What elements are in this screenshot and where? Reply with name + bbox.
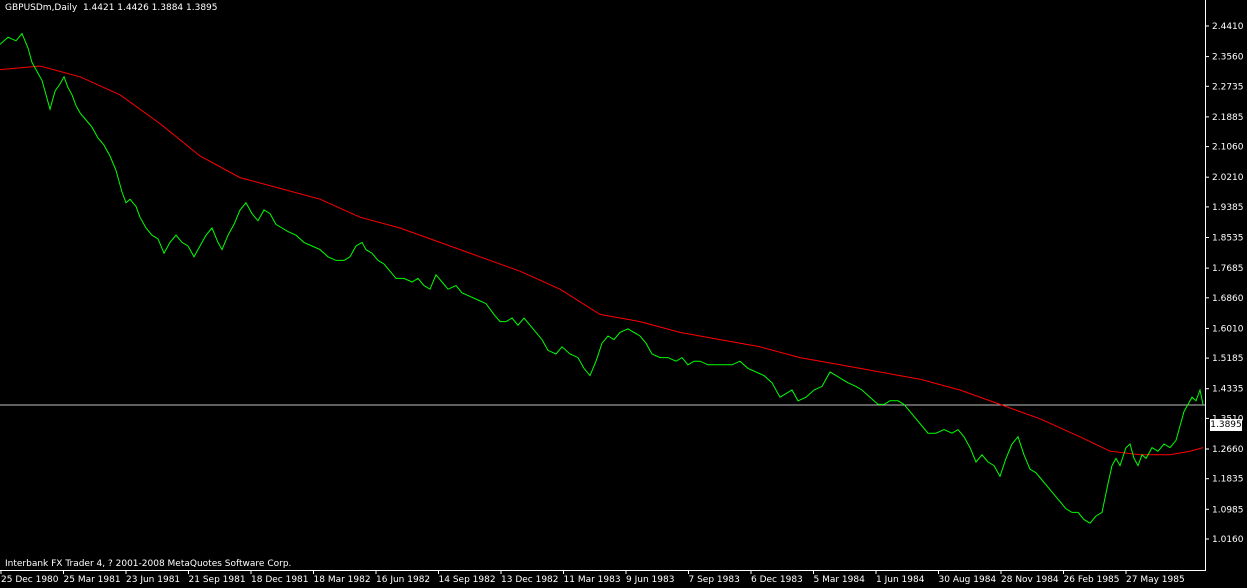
x-tick-label: 27 May 1985 — [1126, 575, 1185, 585]
x-tick-label: 16 Jun 1982 — [376, 575, 430, 585]
x-tick-label: 1 Jun 1984 — [876, 575, 925, 585]
x-tick-label: 21 Sep 1981 — [189, 575, 246, 585]
y-tick-label: 2.3560 — [1212, 53, 1244, 63]
x-tick-label: 25 Dec 1980 — [1, 575, 59, 585]
x-tick-label: 25 Mar 1981 — [64, 575, 121, 585]
x-tick-label: 23 Jun 1981 — [126, 575, 180, 585]
price-chart[interactable]: 2.4410 2.3560 2.2735 2.1885 2.1060 2.0210 1.93… — [0, 0, 1247, 588]
current-price-label: 1.3895 — [1210, 419, 1242, 431]
plot-background — [0, 0, 1247, 588]
ohlc-values: 1.4421 1.4426 1.3884 1.3895 — [82, 3, 218, 13]
y-tick-label: 1.5185 — [1212, 354, 1244, 364]
x-tick-label: 7 Sep 1983 — [689, 575, 740, 585]
x-tick-label: 18 Mar 1982 — [314, 575, 371, 585]
y-tick-label: 2.4410 — [1212, 22, 1244, 32]
copyright-footer: Interbank FX Trader 4, ? 2001-2008 MetaQ… — [5, 559, 292, 569]
x-tick-label: 30 Aug 1984 — [939, 575, 997, 585]
x-tick-label: 26 Feb 1985 — [1064, 575, 1120, 585]
y-tick-label: 2.1885 — [1212, 113, 1244, 123]
y-tick-label: 2.2735 — [1212, 82, 1244, 92]
x-tick-label: 11 Mar 1983 — [564, 575, 621, 585]
x-tick-label: 18 Dec 1981 — [251, 575, 309, 585]
y-tick-label: 2.1060 — [1212, 143, 1244, 153]
y-tick-label: 1.7685 — [1212, 264, 1244, 274]
y-tick-label: 2.0210 — [1212, 173, 1244, 183]
y-tick-label: 1.2660 — [1212, 445, 1244, 455]
y-tick-label: 1.1835 — [1212, 475, 1244, 485]
y-tick-label: 1.0160 — [1212, 535, 1244, 545]
chart-header: GBPUSDm,Daily 1.4421 1.4426 1.3884 1.389… — [5, 3, 218, 13]
y-tick-label: 1.9385 — [1212, 203, 1244, 213]
x-tick-label: 6 Dec 1983 — [751, 575, 803, 585]
y-tick-label: 1.0985 — [1212, 505, 1244, 515]
x-tick-label: 9 Jun 1983 — [626, 575, 674, 585]
x-tick-label: 14 Sep 1982 — [439, 575, 496, 585]
y-tick-label: 1.8535 — [1212, 234, 1244, 244]
symbol-timeframe: GBPUSDm,Daily — [5, 3, 78, 13]
y-tick-label: 1.6010 — [1212, 324, 1244, 334]
y-tick-label: 1.4335 — [1212, 385, 1244, 395]
x-tick-label: 5 Mar 1984 — [814, 575, 866, 585]
y-tick-label: 1.6860 — [1212, 294, 1244, 304]
x-tick-label: 28 Nov 1984 — [1001, 575, 1059, 585]
x-tick-label: 13 Dec 1982 — [501, 575, 559, 585]
